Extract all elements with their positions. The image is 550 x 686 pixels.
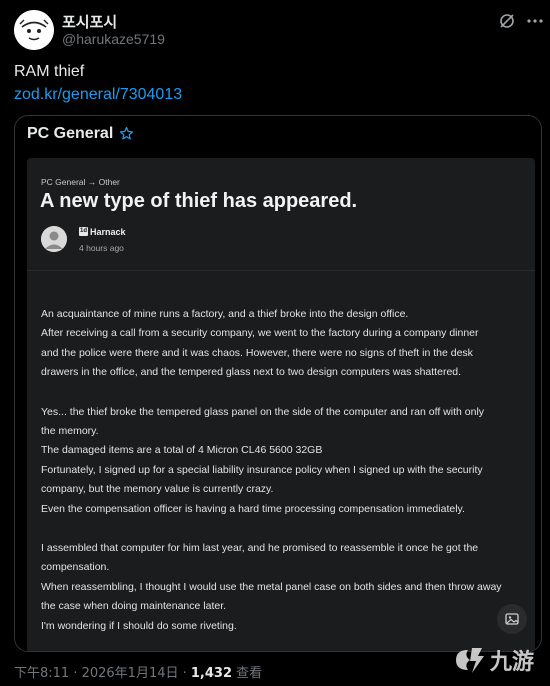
body-line: After receiving a call from a security c…: [41, 327, 479, 339]
user-avatar[interactable]: [14, 10, 54, 50]
body-line: Even the compensation officer is having …: [41, 503, 465, 515]
body-line: When reassembling, I thought I would use…: [41, 581, 502, 593]
tweet-text: RAM thief: [14, 63, 85, 80]
post-title: A new type of thief has appeared.: [40, 190, 358, 212]
tweet-header: 포시포시 @harukaze5719: [0, 0, 550, 58]
views-label: 查看: [232, 666, 263, 681]
body-line: the memory.: [41, 425, 99, 437]
star-icon[interactable]: [119, 126, 134, 141]
post-time: 4 hours ago: [79, 243, 124, 253]
more-icon[interactable]: [526, 12, 544, 30]
body-line: Fortunately, I signed up for a special l…: [41, 464, 483, 476]
image-icon[interactable]: [497, 604, 527, 634]
divider: [27, 270, 535, 271]
post-preview: PC General → Other A new type of thief h…: [27, 158, 535, 651]
body-line: compensation.: [41, 561, 110, 573]
body-line: and the police were there and it was cha…: [41, 347, 473, 359]
body-line: I'm wondering if I should do some riveti…: [41, 620, 237, 632]
grok-icon[interactable]: [498, 12, 516, 30]
display-name[interactable]: 포시포시: [62, 11, 117, 32]
level-badge: 1d: [79, 227, 88, 236]
watermark-logo: 九游: [446, 640, 550, 681]
body-line: An acquaintance of mine runs a factory, …: [41, 308, 409, 320]
body-line: the case when doing maintenance later.: [41, 600, 227, 612]
user-handle[interactable]: @harukaze5719: [62, 31, 165, 47]
author-avatar: [41, 226, 67, 252]
tweet-meta: 下午8:11 · 2026年1月14日 · 1,432 查看: [14, 662, 262, 681]
community-card[interactable]: PC General PC General → Other A new type…: [14, 115, 542, 652]
body-line: Yes... the thief broke the tempered glas…: [41, 406, 485, 418]
watermark-text: 九游: [489, 649, 534, 675]
view-count: 1,432: [190, 666, 233, 681]
body-line: company, but the memory value is current…: [41, 483, 274, 495]
body-line: The damaged items are a total of 4 Micro…: [41, 444, 323, 456]
card-title[interactable]: PC General: [27, 125, 113, 143]
breadcrumb: PC General → Other: [41, 177, 120, 187]
tweet-timestamp[interactable]: 下午8:11 · 2026年1月14日 ·: [14, 666, 191, 681]
author-name: Harnack: [90, 227, 126, 237]
tweet-link[interactable]: zod.kr/general/7304013: [14, 86, 182, 104]
body-line: I assembled that computer for him last y…: [41, 542, 479, 554]
body-line: drawers in the office, and the tempered …: [41, 366, 462, 378]
